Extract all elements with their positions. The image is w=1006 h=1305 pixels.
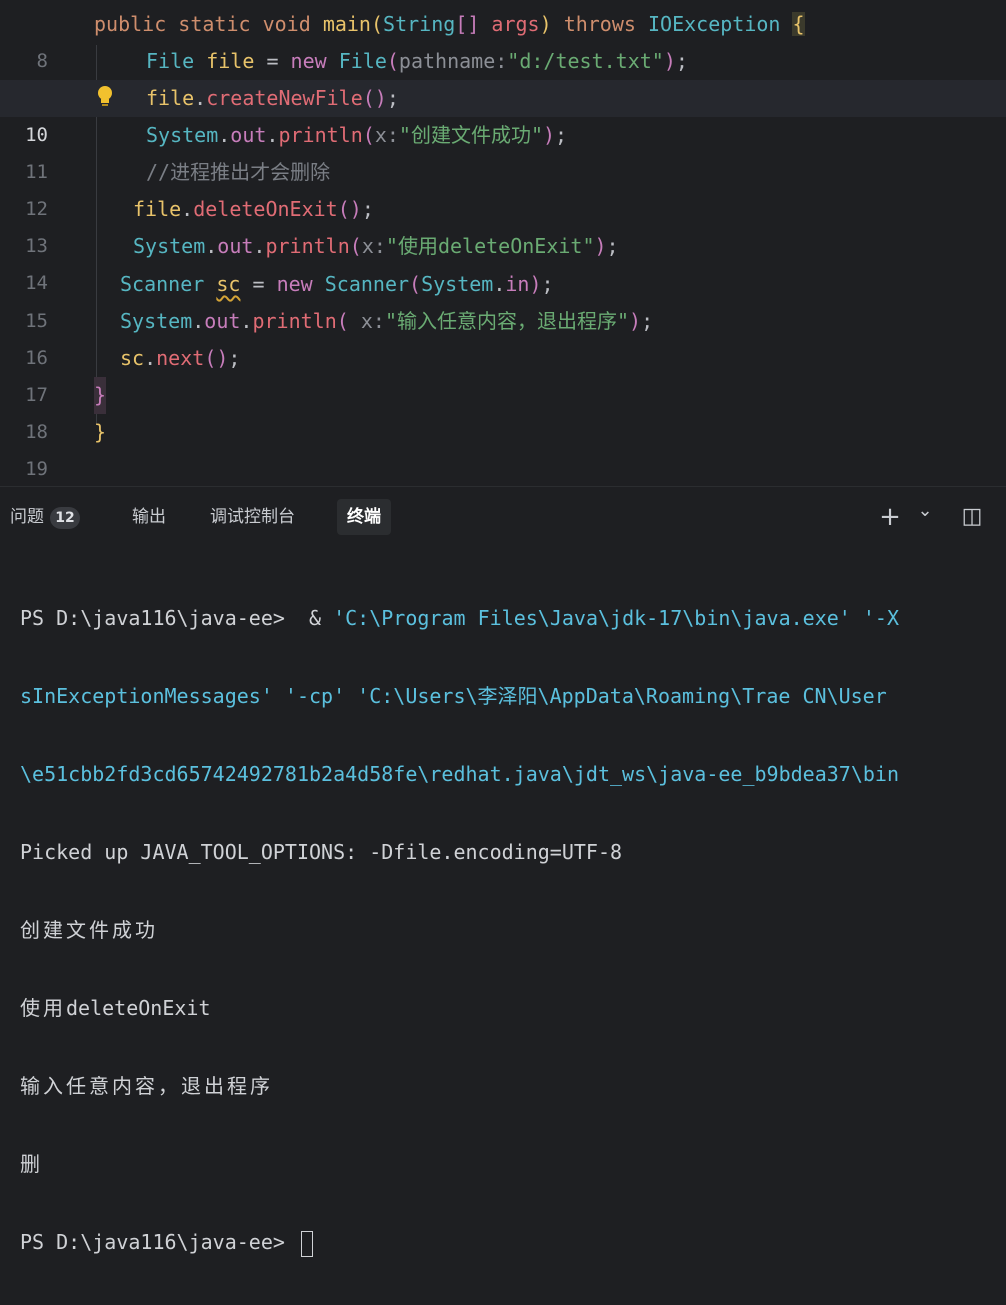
parameter-hint: pathname: — [398, 49, 508, 73]
code-line[interactable]: 18 } — [0, 377, 1006, 443]
parameter-hint: x: — [360, 309, 385, 333]
code-line[interactable]: 17 sc.next(); — [0, 340, 1006, 406]
line-code: public static void main(String[] args) t… — [94, 12, 805, 36]
terminal-cursor — [300, 1230, 313, 1257]
line-code: System.out.println(x:"创建文件成功"); — [146, 123, 568, 147]
terminal-line: sInExceptionMessages' '-cp' 'C:\Users\李泽… — [20, 684, 887, 708]
terminal-line: \e51cbb2fd3cd65742492781b2a4d58fe\redhat… — [20, 762, 899, 786]
code-line[interactable]: 9 File file = new File(pathname:"d:/test… — [0, 43, 1006, 109]
code-line[interactable]: 8 public static void main(String[] args)… — [0, 6, 1006, 72]
code-line[interactable]: 14 System.out.println(x:"使用deleteOnExit"… — [0, 228, 1006, 294]
code-line[interactable]: 11 System.out.println(x:"创建文件成功"); — [0, 117, 1006, 183]
terminal-line: 输入任意内容，退出程序 — [20, 1074, 273, 1098]
chevron-down-icon[interactable]: ⌄ — [912, 495, 938, 527]
tab-debug-console[interactable]: 调试控制台 — [200, 499, 305, 535]
closing-brace: } — [94, 377, 107, 414]
line-code: Scanner sc = new Scanner(System.in); — [120, 272, 554, 296]
terminal-output[interactable]: PS D:\java116\java-ee> & 'C:\Program Fil… — [20, 555, 1006, 1305]
lightbulb-icon[interactable] — [96, 84, 114, 110]
code-line-current[interactable]: 10 file.createNewFile(); — [0, 80, 1006, 146]
tab-label: 问题 — [10, 507, 44, 527]
terminal-line: Picked up JAVA_TOOL_OPTIONS: -Dfile.enco… — [20, 840, 623, 864]
bottom-panel: 问题 12 输出 调试控制台 终端 + ⌄ ◫ PS D:\java116\jav… — [0, 486, 1006, 1257]
line-code: System.out.println( x:"输入任意内容，退出程序"); — [120, 309, 654, 333]
panel-tab-bar: 问题 12 输出 调试控制台 终端 + ⌄ ◫ — [0, 487, 1006, 547]
tab-problems[interactable]: 问题 12 — [0, 499, 90, 535]
problems-count-badge: 12 — [50, 507, 80, 529]
terminal-line: PS D:\java116\java-ee> & 'C:\Program Fil… — [20, 606, 900, 630]
code-line[interactable]: 12 //进程推出才会删除 — [0, 154, 1006, 220]
warning-underline: sc — [216, 272, 241, 296]
code-line[interactable]: 19 } — [0, 414, 1006, 480]
code-line[interactable]: 13 file.deleteOnExit(); — [0, 191, 1006, 257]
terminal-line: 创建文件成功 — [20, 918, 158, 942]
tab-terminal[interactable]: 终端 — [337, 499, 391, 535]
add-terminal-icon[interactable]: + — [876, 501, 904, 533]
terminal-line: 删 — [20, 1152, 43, 1176]
line-code: file.createNewFile(); — [146, 86, 399, 110]
line-code: sc.next(); — [120, 346, 241, 370]
terminal-line: 使用deleteOnExit — [20, 996, 211, 1020]
terminal-prompt-line[interactable]: PS D:\java116\java-ee> — [20, 1227, 1006, 1257]
code-comment: //进程推出才会删除 — [146, 160, 331, 184]
tab-label: 输出 — [132, 507, 166, 527]
tab-label: 终端 — [347, 507, 381, 527]
code-line[interactable]: 20 — [0, 451, 1006, 486]
tab-label: 调试控制台 — [210, 507, 295, 527]
code-line[interactable]: 16 System.out.println( x:"输入任意内容，退出程序"); — [0, 303, 1006, 369]
parameter-hint: x: — [374, 123, 399, 147]
code-line[interactable]: 15 Scanner sc = new Scanner(System.in); — [0, 266, 1006, 332]
line-code: File file = new File(pathname:"d:/test.t… — [146, 49, 688, 73]
line-code: file.deleteOnExit(); — [133, 197, 374, 221]
parameter-hint: x: — [361, 234, 386, 258]
split-terminal-icon[interactable]: ◫ — [958, 501, 986, 533]
code-editor[interactable]: 8 public static void main(String[] args)… — [0, 0, 1006, 486]
closing-brace: } — [94, 420, 107, 444]
line-code: System.out.println(x:"使用deleteOnExit"); — [133, 234, 619, 258]
tab-output[interactable]: 输出 — [122, 499, 176, 535]
